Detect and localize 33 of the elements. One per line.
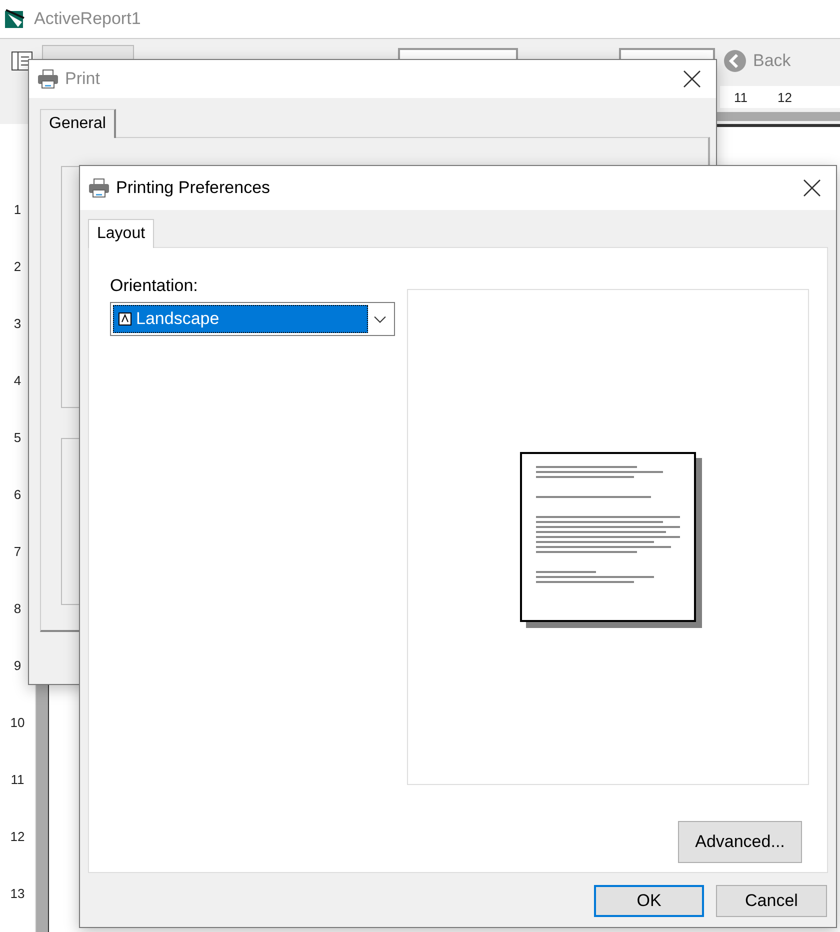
- printer-icon: [37, 69, 59, 89]
- cancel-button[interactable]: Cancel: [716, 885, 827, 917]
- orientation-dropdown[interactable]: Landscape: [110, 302, 395, 336]
- chevron-down-icon: [374, 316, 386, 322]
- ruler-number: 11: [734, 90, 748, 104]
- window-title: ActiveReport1: [34, 9, 141, 29]
- ruler-number: 2: [14, 259, 22, 276]
- close-icon: [803, 179, 821, 197]
- page-icon: [118, 312, 132, 326]
- tab[interactable]: General: [40, 109, 116, 138]
- ruler-number: 7: [14, 544, 22, 561]
- tab[interactable]: Layout: [88, 219, 154, 248]
- report-icon: [4, 8, 26, 30]
- orientation-label: Orientation:: [110, 276, 198, 296]
- ruler-number: 12: [10, 829, 25, 846]
- printer-icon: [88, 178, 110, 198]
- ruler-number: 1: [14, 202, 22, 219]
- ruler-number: 3: [14, 316, 22, 333]
- ruler-number: 6: [14, 487, 22, 504]
- selected-value: Landscape: [113, 305, 368, 333]
- ruler-number: 4: [14, 373, 22, 390]
- advanced-button[interactable]: Advanced...: [678, 821, 802, 863]
- ruler-number: 12: [778, 90, 792, 104]
- ruler-number: 10: [10, 715, 25, 732]
- close-icon: [683, 70, 701, 88]
- ruler-number: 5: [14, 430, 22, 447]
- ruler-number: 8: [14, 601, 22, 618]
- ruler-number: 13: [10, 886, 25, 903]
- ruler-number: 11: [10, 772, 24, 789]
- ok-button[interactable]: OK: [594, 885, 704, 917]
- dialog-title: Printing Preferences: [116, 178, 270, 198]
- dialog-title: Print: [65, 69, 100, 89]
- ruler-number: 9: [14, 658, 22, 675]
